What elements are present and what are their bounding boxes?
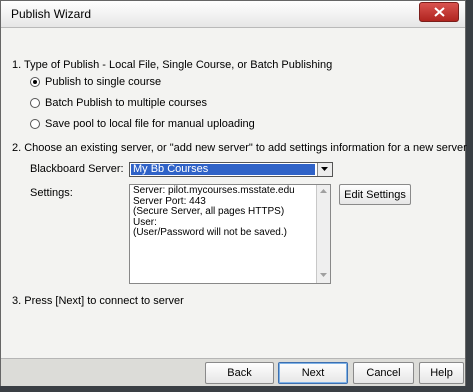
title-bar[interactable]: Publish Wizard	[1, 1, 465, 28]
next-button[interactable]: Next	[278, 362, 348, 384]
settings-line: (User/Password will not be saved.)	[133, 227, 287, 238]
settings-label: Settings:	[30, 187, 73, 199]
option-batch-publish-label[interactable]: Batch Publish to multiple courses	[45, 97, 207, 109]
window-title: Publish Wizard	[11, 7, 92, 21]
settings-textarea[interactable]: Server: pilot.mycourses.msstate.edu Serv…	[129, 184, 331, 284]
radio-single-course[interactable]	[30, 77, 40, 87]
settings-line: Server: pilot.mycourses.msstate.edu	[133, 185, 295, 196]
option-single-course-label[interactable]: Publish to single course	[45, 76, 161, 88]
close-icon	[434, 7, 445, 17]
option-save-local-label[interactable]: Save pool to local file for manual uploa…	[45, 118, 255, 130]
button-bar: Back Next Cancel Help	[1, 358, 465, 386]
step3-heading: 3. Press [Next] to connect to server	[12, 295, 184, 307]
scroll-down-icon[interactable]	[320, 273, 327, 277]
publish-wizard-window: Publish Wizard 1. Type of Publish - Loca…	[0, 0, 467, 386]
dropdown-button[interactable]	[317, 163, 332, 176]
settings-line: (Secure Server, all pages HTTPS)	[133, 206, 285, 217]
cancel-button[interactable]: Cancel	[353, 362, 414, 384]
edit-settings-button[interactable]: Edit Settings	[339, 184, 411, 205]
step1-heading: 1. Type of Publish - Local File, Single …	[12, 59, 333, 71]
chevron-down-icon	[321, 167, 328, 171]
scroll-up-icon[interactable]	[320, 189, 327, 193]
radio-save-local[interactable]	[30, 119, 40, 129]
help-button[interactable]: Help	[419, 362, 464, 384]
blackboard-server-select[interactable]: My Bb Courses	[129, 162, 333, 177]
wizard-content: 1. Type of Publish - Local File, Single …	[1, 28, 467, 358]
radio-batch-publish[interactable]	[30, 98, 40, 108]
step2-heading: 2. Choose an existing server, or "add ne…	[12, 142, 467, 154]
settings-scrollbar[interactable]	[316, 185, 330, 283]
server-label: Blackboard Server:	[30, 163, 124, 175]
close-button[interactable]	[419, 2, 459, 22]
back-button[interactable]: Back	[205, 362, 274, 384]
server-selected-value: My Bb Courses	[131, 164, 315, 175]
